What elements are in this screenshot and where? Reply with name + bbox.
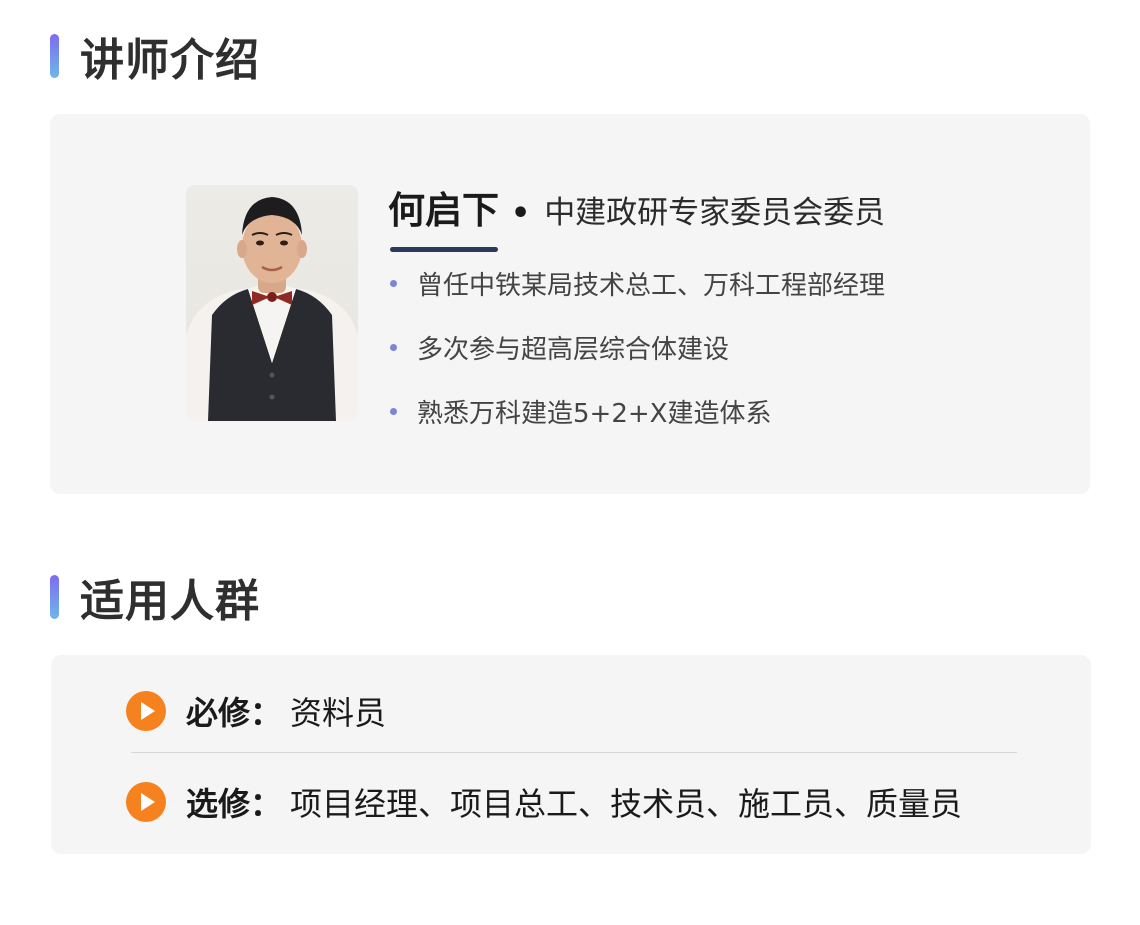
teacher-photo — [186, 185, 358, 421]
bullet-dot-icon — [390, 407, 397, 415]
bullet-dot-icon — [390, 343, 397, 351]
elective-label: 选修： — [186, 785, 283, 823]
section-accent-bar — [50, 34, 59, 78]
play-icon — [126, 782, 166, 822]
list-item: 曾任中铁某局技术总工、万科工程部经理 — [390, 264, 885, 302]
teacher-name-text: 何启下 — [388, 189, 499, 232]
required-value: 资料员 — [290, 694, 387, 732]
play-icon — [126, 691, 166, 731]
teacher-card: 何启下 • 中建政研专家委员会委员 曾任中铁某局技术总工、万科工程部经理 多次参… — [50, 114, 1090, 494]
bullet-dot-icon — [390, 279, 397, 287]
bullet-text: 多次参与超高层综合体建设 — [417, 334, 730, 365]
divider — [131, 752, 1017, 753]
section-header-teacher: 讲师介绍 — [50, 24, 260, 88]
list-item: 熟悉万科建造5+2+X建造体系 — [390, 392, 885, 430]
name-underline — [390, 247, 498, 252]
section-header-audience: 适用人群 — [50, 565, 260, 629]
teacher-name: 何启下 — [388, 180, 499, 252]
bullet-text: 曾任中铁某局技术总工、万科工程部经理 — [417, 270, 886, 301]
teacher-position: 中建政研专家委员会委员 — [544, 195, 886, 231]
section-title-teacher: 讲师介绍 — [80, 35, 260, 86]
required-label: 必修： — [186, 694, 283, 732]
name-separator: • — [511, 196, 531, 231]
bullet-text: 熟悉万科建造5+2+X建造体系 — [417, 398, 772, 429]
teacher-bullet-list: 曾任中铁某局技术总工、万科工程部经理 多次参与超高层综合体建设 熟悉万科建造5+… — [390, 264, 885, 456]
section-title-audience: 适用人群 — [80, 576, 260, 627]
teacher-portrait-image — [186, 197, 358, 421]
list-item: 多次参与超高层综合体建设 — [390, 328, 885, 366]
elective-value: 项目经理、项目总工、技术员、施工员、质量员 — [290, 785, 963, 823]
audience-card: 必修： 资料员 选修： 项目经理、项目总工、技术员、施工员、质量员 — [51, 655, 1091, 854]
teacher-heading: 何启下 • 中建政研专家委员会委员 — [388, 180, 885, 252]
elective-row: 选修： 项目经理、项目总工、技术员、施工员、质量员 — [126, 779, 962, 825]
section-accent-bar — [50, 575, 59, 619]
required-row: 必修： 资料员 — [126, 688, 386, 734]
